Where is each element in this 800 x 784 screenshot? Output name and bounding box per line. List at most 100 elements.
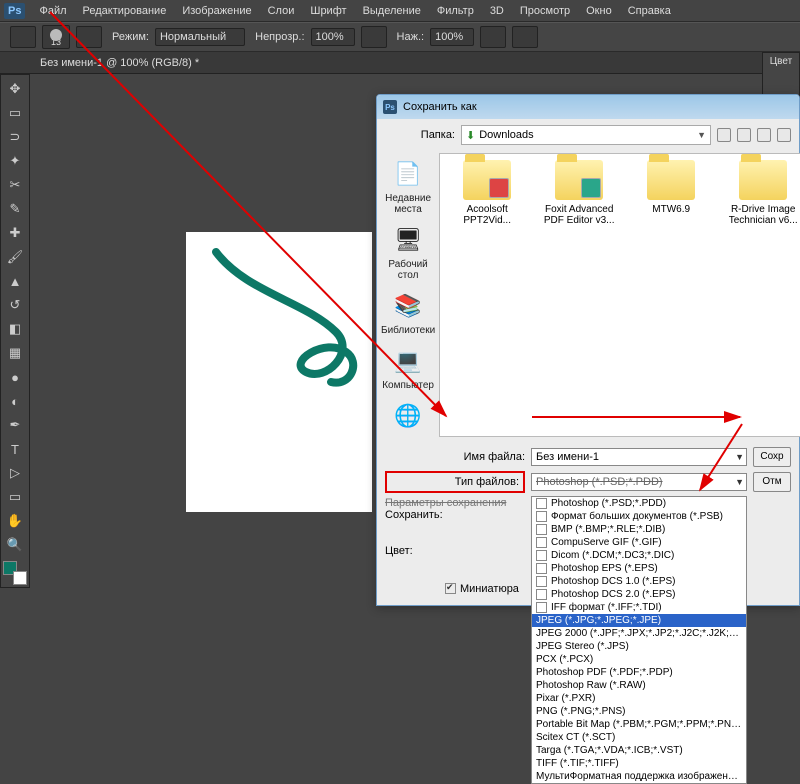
dodge-tool-icon[interactable]: ◐ [3, 390, 27, 412]
menu-layers[interactable]: Слои [260, 1, 303, 21]
thumbnail-checkbox[interactable] [445, 583, 456, 594]
new-folder-icon[interactable] [757, 128, 771, 142]
file-list[interactable]: Acoolsoft PPT2Vid... Foxit Advanced PDF … [439, 153, 800, 437]
save-button[interactable]: Сохр [753, 447, 791, 467]
filetype-option[interactable]: Dicom (*.DCM;*.DC3;*.DIC) [532, 549, 746, 562]
filetype-dropdown[interactable]: Photoshop (*.PSD;*.PDD)Формат больших до… [531, 496, 747, 784]
shape-tool-icon[interactable]: ▭ [3, 486, 27, 508]
document-tab-bar: Без имени-1 @ 100% (RGB/8) * [0, 52, 800, 74]
file-item[interactable]: Foxit Advanced PDF Editor v3... [538, 160, 620, 430]
menu-help[interactable]: Справка [620, 1, 679, 21]
wand-tool-icon[interactable]: ✦ [3, 150, 27, 172]
filetype-option[interactable]: Portable Bit Map (*.PBM;*.PGM;*.PPM;*.PN… [532, 718, 746, 731]
brush-tool-icon[interactable]: 🖌 [3, 246, 27, 268]
filetype-option[interactable]: CompuServe GIF (*.GIF) [532, 536, 746, 549]
menu-select[interactable]: Выделение [355, 1, 429, 21]
filetype-option-label: Dicom (*.DCM;*.DC3;*.DIC) [551, 549, 742, 562]
filetype-option[interactable]: PNG (*.PNG;*.PNS) [532, 705, 746, 718]
filetype-option[interactable]: Photoshop Raw (*.RAW) [532, 679, 746, 692]
pressure-size-icon[interactable] [512, 26, 538, 48]
menu-filter[interactable]: Фильтр [429, 1, 482, 21]
place-desktop[interactable]: 🖥 Рабочий стол [379, 221, 437, 285]
filetype-option[interactable]: Photoshop DCS 1.0 (*.EPS) [532, 575, 746, 588]
document-tab[interactable]: Без имени-1 @ 100% (RGB/8) * [30, 54, 209, 72]
text-tool-icon[interactable]: T [3, 438, 27, 460]
menu-type[interactable]: Шрифт [302, 1, 354, 21]
menu-image[interactable]: Изображение [174, 1, 259, 21]
filetype-option-label: МультиФорматная поддержка изображений (*… [536, 770, 742, 783]
filetype-option[interactable]: Targa (*.TGA;*.VDA;*.ICB;*.VST) [532, 744, 746, 757]
color-panel-tab[interactable]: Цвет [763, 53, 799, 70]
place-computer[interactable]: 💻 Компьютер [379, 342, 437, 395]
filetype-option[interactable]: Photoshop (*.PSD;*.PDD) [532, 497, 746, 510]
filetype-option[interactable]: TIFF (*.TIF;*.TIFF) [532, 757, 746, 770]
eraser-tool-icon[interactable]: ◧ [3, 318, 27, 340]
filetype-option-label: Targa (*.TGA;*.VDA;*.ICB;*.VST) [536, 744, 742, 757]
lasso-tool-icon[interactable]: ⊃ [3, 126, 27, 148]
filetype-option[interactable]: Photoshop EPS (*.EPS) [532, 562, 746, 575]
zoom-tool-icon[interactable]: 🔍 [3, 534, 27, 556]
filetype-option-label: Pixar (*.PXR) [536, 692, 742, 705]
filename-input[interactable]: Без имени-1 ▼ [531, 448, 747, 466]
heal-tool-icon[interactable]: ✚ [3, 222, 27, 244]
pen-tool-icon[interactable]: ✒ [3, 414, 27, 436]
menu-view[interactable]: Просмотр [512, 1, 578, 21]
filetype-option-label: Photoshop Raw (*.RAW) [536, 679, 742, 692]
menu-window[interactable]: Окно [578, 1, 620, 21]
place-recent[interactable]: 📄 Недавние места [379, 155, 437, 219]
menu-edit[interactable]: Редактирование [75, 1, 175, 21]
blur-tool-icon[interactable]: ● [3, 366, 27, 388]
opacity-pressure-icon[interactable] [361, 26, 387, 48]
back-icon[interactable] [717, 128, 731, 142]
flow-input[interactable]: 100% [430, 28, 474, 46]
menu-file[interactable]: Файл [31, 1, 74, 21]
up-icon[interactable] [737, 128, 751, 142]
dialog-titlebar[interactable]: Ps Сохранить как [377, 95, 799, 119]
brush-panel-icon[interactable] [76, 26, 102, 48]
brush-swatch[interactable]: 13 [42, 25, 70, 49]
color-swatch[interactable] [3, 561, 27, 585]
view-menu-icon[interactable] [777, 128, 791, 142]
marquee-tool-icon[interactable]: ▭ [3, 102, 27, 124]
filetype-option[interactable]: BMP (*.BMP;*.RLE;*.DIB) [532, 523, 746, 536]
filetype-option-label: Photoshop DCS 1.0 (*.EPS) [551, 575, 742, 588]
crop-tool-icon[interactable]: ✂ [3, 174, 27, 196]
file-item[interactable]: R-Drive Image Technician v6... [722, 160, 800, 430]
file-item[interactable]: MTW6.9 [630, 160, 712, 430]
cancel-button[interactable]: Отм [753, 472, 791, 492]
filetype-option[interactable]: JPEG (*.JPG;*.JPEG;*.JPE) [532, 614, 746, 627]
filetype-option[interactable]: Pixar (*.PXR) [532, 692, 746, 705]
filetype-select[interactable]: Photoshop (*.PSD;*.PDD) ▼ Photoshop (*.P… [531, 473, 747, 491]
chevron-down-icon: ▼ [735, 452, 744, 462]
stamp-tool-icon[interactable]: ▲ [3, 270, 27, 292]
move-tool-icon[interactable]: ✥ [3, 78, 27, 100]
file-item[interactable]: Acoolsoft PPT2Vid... [446, 160, 528, 430]
eyedropper-tool-icon[interactable]: ✎ [3, 198, 27, 220]
opacity-label: Непрозр.: [255, 31, 304, 43]
hand-tool-icon[interactable]: ✋ [3, 510, 27, 532]
place-network[interactable]: 🌐 [379, 397, 437, 435]
blend-mode-select[interactable]: Нормальный [155, 28, 245, 46]
checkbox-icon [536, 576, 547, 587]
gradient-tool-icon[interactable]: ▦ [3, 342, 27, 364]
airbrush-icon[interactable] [480, 26, 506, 48]
history-brush-tool-icon[interactable]: ↺ [3, 294, 27, 316]
filetype-option[interactable]: Scitex CT (*.SCT) [532, 731, 746, 744]
document-canvas[interactable] [186, 232, 372, 512]
folder-value: Downloads [479, 129, 533, 141]
folder-select[interactable]: ⬇ Downloads ▼ [461, 125, 711, 145]
filetype-option[interactable]: PCX (*.PCX) [532, 653, 746, 666]
path-tool-icon[interactable]: ▷ [3, 462, 27, 484]
place-libraries-label: Библиотеки [381, 325, 435, 336]
tool-preset-icon[interactable] [10, 26, 36, 48]
filetype-option[interactable]: IFF формат (*.IFF;*.TDI) [532, 601, 746, 614]
place-libraries[interactable]: 📚 Библиотеки [379, 287, 437, 340]
filetype-option[interactable]: JPEG Stereo (*.JPS) [532, 640, 746, 653]
filetype-option[interactable]: JPEG 2000 (*.JPF;*.JPX;*.JP2;*.J2C;*.J2K… [532, 627, 746, 640]
filetype-option[interactable]: МультиФорматная поддержка изображений (*… [532, 770, 746, 783]
filetype-option[interactable]: Формат больших документов (*.PSB) [532, 510, 746, 523]
filetype-option-label: Scitex CT (*.SCT) [536, 731, 742, 744]
menu-3d[interactable]: 3D [482, 1, 512, 21]
opacity-input[interactable]: 100% [311, 28, 355, 46]
filetype-option[interactable]: Photoshop DCS 2.0 (*.EPS) [532, 588, 746, 601]
